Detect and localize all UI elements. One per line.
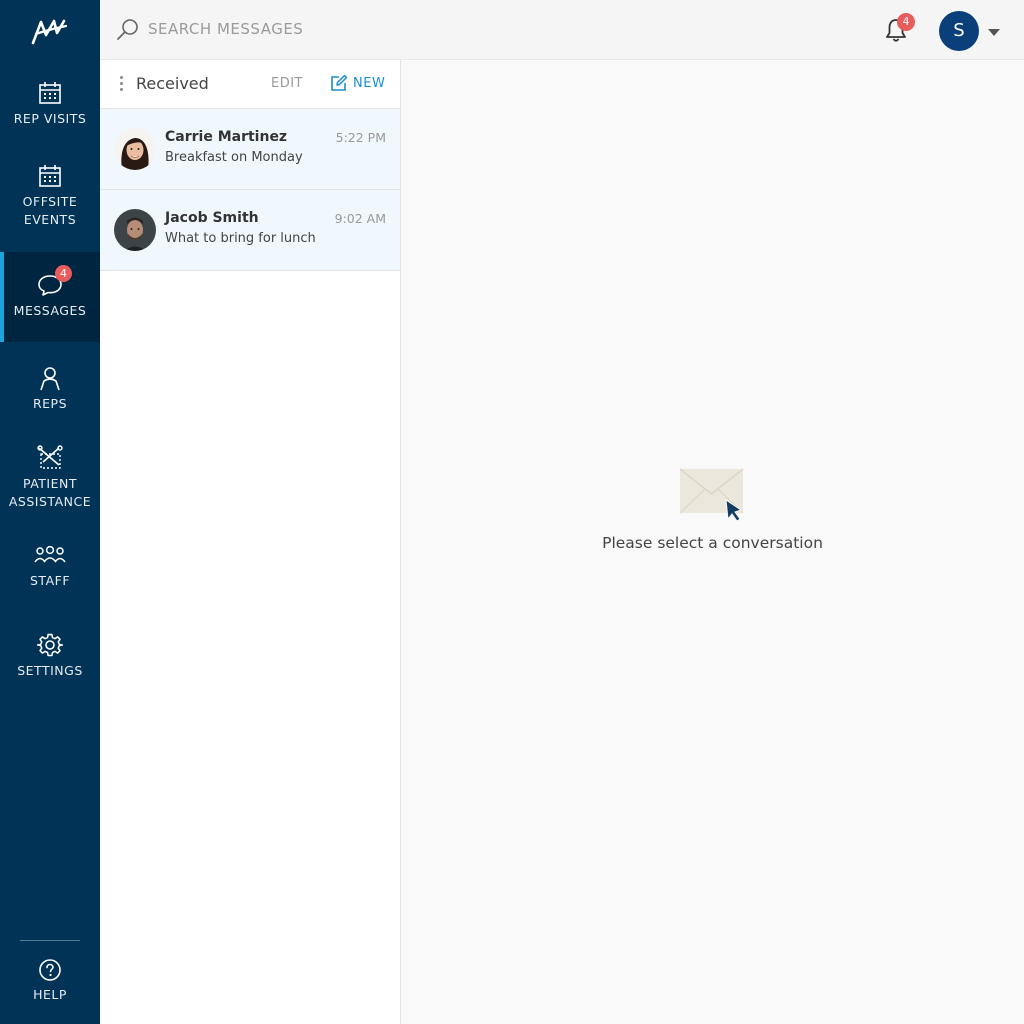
notifications-badge: 4 <box>897 13 915 31</box>
message-list-header: Received EDIT NEW <box>100 60 400 109</box>
kebab-menu-icon[interactable] <box>118 76 126 94</box>
sidebar-item-label: REP VISITS <box>13 111 87 126</box>
person-icon <box>40 367 60 391</box>
calendar-icon <box>39 82 61 104</box>
calendar-icon <box>39 165 61 187</box>
empty-state-text: Please select a conversation <box>602 534 823 552</box>
sidebar-item-reps[interactable]: REPS <box>0 365 100 425</box>
contact-avatar <box>114 209 156 251</box>
messages-badge: 4 <box>55 265 72 282</box>
message-sender: Jacob Smith <box>165 210 259 226</box>
sidebar-item-label: HELP <box>33 987 67 1002</box>
sidebar-item-label: SETTINGS <box>17 663 83 678</box>
sidebar-item-patient-assistance[interactable]: PATIENT ASSISTANCE <box>0 445 100 525</box>
sidebar-item-settings[interactable]: SETTINGS <box>0 632 100 692</box>
search-input[interactable] <box>148 14 648 44</box>
sidebar-item-label: STAFF <box>29 573 71 588</box>
message-subject: What to bring for lunch <box>165 231 316 246</box>
chevron-down-icon[interactable] <box>988 29 1000 36</box>
brand-logo-icon[interactable] <box>30 17 70 47</box>
new-message-label: NEW <box>353 75 386 91</box>
message-row[interactable]: Jacob Smith 9:02 AM What to bring for lu… <box>100 190 400 271</box>
envelope-cursor-icon <box>679 468 744 522</box>
compose-icon <box>331 74 348 91</box>
top-bar: 4 S <box>100 0 1024 60</box>
message-time: 5:22 PM <box>335 130 386 145</box>
sidebar-item-label: OFFSITE EVENTS <box>22 194 78 227</box>
sidebar-item-help[interactable]: HELP <box>0 958 100 1008</box>
sidebar-item-staff[interactable]: STAFF <box>0 542 100 602</box>
edit-button[interactable]: EDIT <box>271 76 303 91</box>
group-icon <box>34 545 66 563</box>
message-row[interactable]: Carrie Martinez 5:22 PM Breakfast on Mon… <box>100 109 400 190</box>
conversation-pane: Please select a conversation <box>401 60 1024 1024</box>
sidebar-item-label: PATIENT ASSISTANCE <box>8 476 92 509</box>
sidebar-item-offsite-events[interactable]: OFFSITE EVENTS <box>0 163 100 243</box>
sidebar: REP VISITS OFFSITE EVENTS 4 MESSAGES REP… <box>0 0 100 1024</box>
folder-label[interactable]: Received <box>136 74 209 93</box>
message-sender: Carrie Martinez <box>165 129 288 145</box>
message-subject: Breakfast on Monday <box>165 150 303 165</box>
help-circle-icon <box>39 959 61 981</box>
search-icon <box>117 19 138 40</box>
sidebar-item-rep-visits[interactable]: REP VISITS <box>0 80 100 140</box>
new-message-button[interactable]: NEW <box>330 74 385 92</box>
sidebar-divider <box>20 940 80 941</box>
sidebar-item-label: REPS <box>32 396 68 411</box>
patient-assistance-icon <box>37 445 63 469</box>
sidebar-item-label: MESSAGES <box>13 303 87 318</box>
message-time: 9:02 AM <box>334 211 386 226</box>
message-list-panel: Received EDIT NEW Carrie Martinez 5:22 P… <box>100 60 401 1024</box>
contact-avatar <box>114 128 156 170</box>
user-avatar[interactable]: S <box>939 11 979 51</box>
chat-bubble-icon: 4 <box>37 265 72 298</box>
gear-icon <box>37 633 63 657</box>
sidebar-item-messages[interactable]: 4 MESSAGES <box>0 252 100 342</box>
